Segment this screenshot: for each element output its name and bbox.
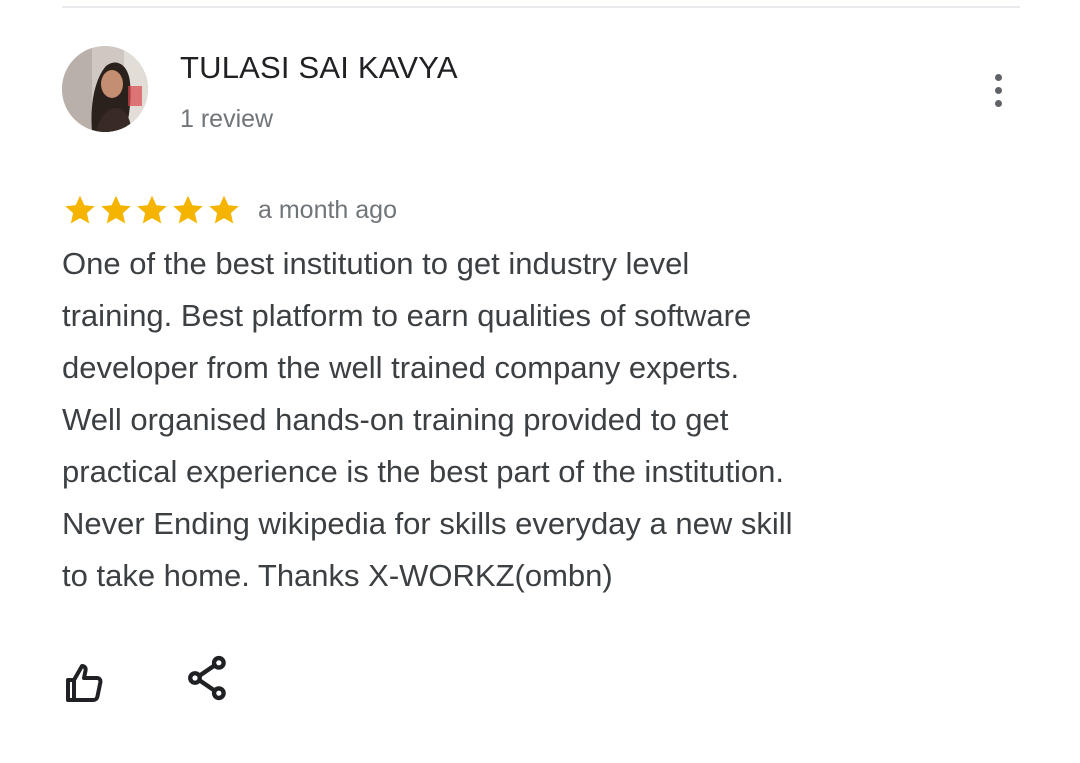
share-button[interactable] (180, 650, 236, 706)
avatar-image (62, 46, 148, 132)
top-divider (62, 6, 1020, 8)
star-icon (173, 195, 203, 224)
more-vertical-icon-dot (994, 86, 1002, 94)
more-options-button[interactable] (976, 64, 1020, 116)
share-icon (188, 655, 226, 701)
more-vertical-icon (994, 73, 1002, 81)
review-time: a month ago (258, 195, 397, 224)
star-icon (65, 195, 95, 224)
star-icon (209, 195, 239, 224)
author-name[interactable]: TULASI SAI KAVYA (180, 50, 458, 86)
star-icon (101, 195, 131, 224)
avatar[interactable] (62, 46, 148, 132)
thumbs-up-icon (66, 664, 103, 702)
author-review-count: 1 review (180, 105, 274, 133)
more-vertical-icon-dot (994, 99, 1002, 107)
star-icon (137, 195, 167, 224)
like-button[interactable] (58, 656, 114, 712)
rating-row: a month ago (62, 188, 397, 232)
star-rating (62, 192, 242, 228)
review-text: One of the best institution to get indus… (62, 246, 793, 593)
